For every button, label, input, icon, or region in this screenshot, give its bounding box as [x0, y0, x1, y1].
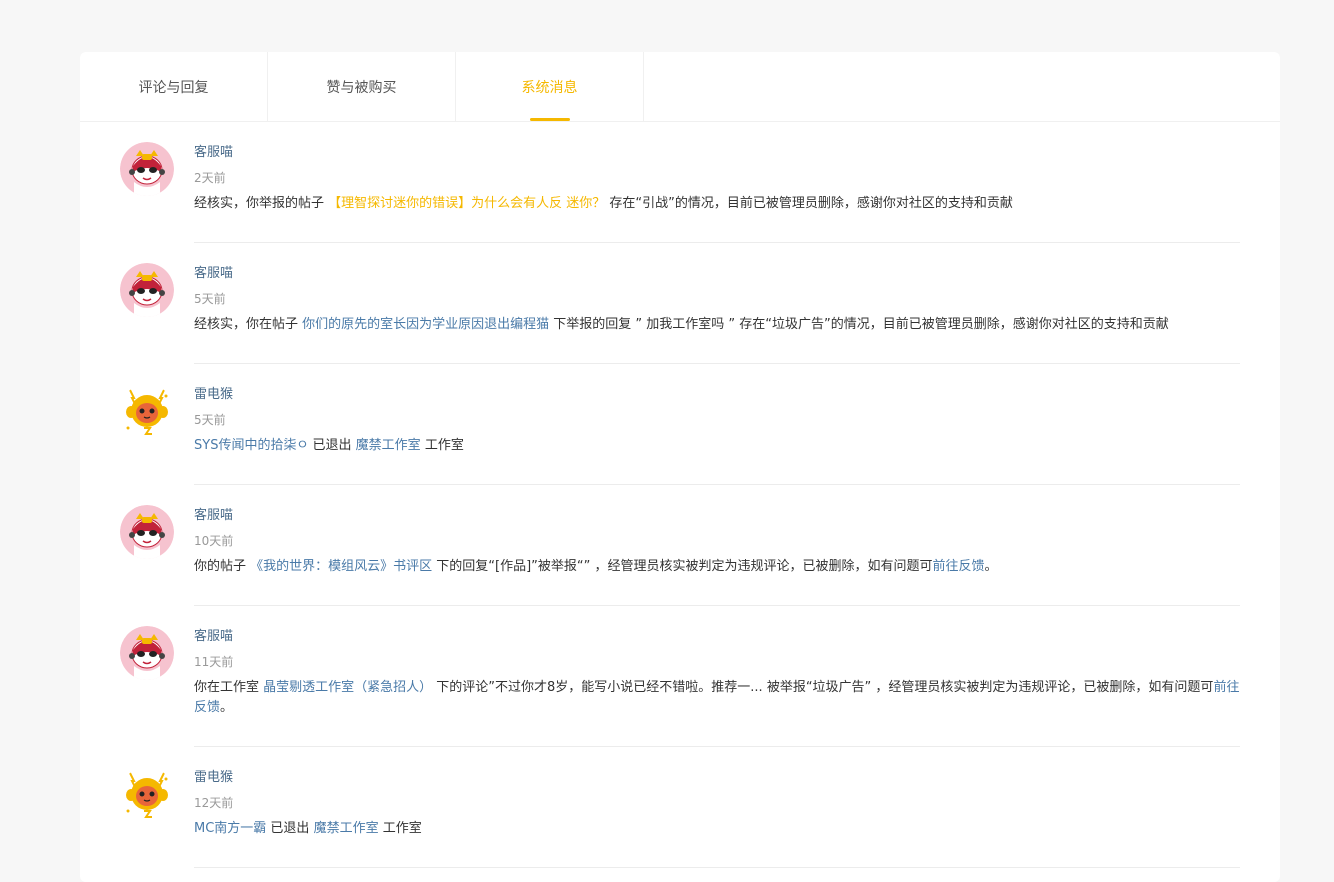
- message-text: MC南方一霸 已退出 魔禁工作室 工作室: [194, 819, 1240, 868]
- tab-label: 赞与被购买: [326, 79, 397, 96]
- sender-name[interactable]: 客服喵: [194, 626, 1240, 648]
- message-time: 5天前: [194, 413, 226, 427]
- sender-name[interactable]: 客服喵: [194, 142, 1240, 164]
- tab-bar: 评论与回复 赞与被购买 系统消息: [80, 52, 1280, 122]
- tab-label: 评论与回复: [138, 79, 209, 96]
- sender-name[interactable]: 雷电猴: [194, 384, 1240, 406]
- message-text-segment: 你在工作室: [194, 680, 264, 695]
- message-text-segment: 经核实，你在帖子: [194, 317, 303, 332]
- message-link[interactable]: 晶莹剔透工作室（紧急招人）: [263, 680, 432, 695]
- message-list: 客服喵 2天前经核实，你举报的帖子 【理智探讨迷你的错误】为什么会有人反 迷你？ …: [80, 122, 1280, 868]
- message-link[interactable]: 魔禁工作室: [314, 821, 379, 836]
- message-text-segment: 存在“引战”的情况，目前已被管理员删除，感谢你对社区的支持和贡献: [605, 196, 1013, 211]
- cat-avatar-icon[interactable]: [120, 142, 174, 196]
- cat-avatar-icon[interactable]: [120, 505, 174, 559]
- message-time: 5天前: [194, 292, 226, 306]
- message-item: 客服喵 2天前经核实，你举报的帖子 【理智探讨迷你的错误】为什么会有人反 迷你？ …: [120, 122, 1240, 243]
- message-link[interactable]: 【理智探讨迷你的错误】为什么会有人反 迷你？: [328, 196, 605, 211]
- message-text-segment: 。: [220, 700, 234, 715]
- message-item: 雷电猴 12天前 MC南方一霸 已退出 魔禁工作室 工作室: [120, 747, 1240, 868]
- sender-name[interactable]: 客服喵: [194, 505, 1240, 527]
- message-link[interactable]: 魔禁工作室: [356, 438, 421, 453]
- message-time: 10天前: [194, 534, 234, 548]
- message-link[interactable]: 前往反馈: [933, 559, 985, 574]
- message-text-segment: 已退出: [266, 821, 314, 836]
- tab-label: 系统消息: [521, 79, 578, 96]
- message-text: 你在工作室 晶莹剔透工作室（紧急招人） 下的评论”不过你才8岁，能写小说已经不错…: [194, 678, 1240, 747]
- message-time: 11天前: [194, 655, 234, 669]
- message-link[interactable]: 《我的世界：模组风云》书评区: [250, 559, 432, 574]
- message-text: 经核实，你在帖子 你们的原先的室长因为学业原因退出编程猫 下举报的回复 ” 加我…: [194, 315, 1240, 364]
- message-item: 客服喵 10天前你的帖子 《我的世界：模组风云》书评区 下的回复“[作品]”被举报…: [120, 485, 1240, 606]
- message-text-segment: 工作室: [420, 438, 464, 453]
- message-text: SYS传闻中的拾柒ㅇ 已退出 魔禁工作室 工作室: [194, 436, 1240, 485]
- sender-name[interactable]: 客服喵: [194, 263, 1240, 285]
- tab-system-messages[interactable]: 系统消息: [456, 52, 644, 121]
- tab-comments-replies[interactable]: 评论与回复: [80, 52, 268, 121]
- message-link[interactable]: MC南方一霸: [194, 821, 266, 836]
- message-text-segment: 已退出: [308, 438, 356, 453]
- message-text-segment: 下的回复“[作品]”被举报“” ，经管理员核实被判定为违规评论，已被删除，如有问…: [432, 559, 933, 574]
- message-text-segment: 你的帖子: [194, 559, 251, 574]
- message-text: 经核实，你举报的帖子 【理智探讨迷你的错误】为什么会有人反 迷你？ 存在“引战”…: [194, 194, 1240, 243]
- thunder-monkey-avatar-icon[interactable]: [120, 767, 174, 821]
- message-center-card: 评论与回复 赞与被购买 系统消息 客服喵 2天前经核实，你举报的帖子 【理智探讨迷…: [80, 52, 1280, 882]
- message-item: 客服喵 11天前你在工作室 晶莹剔透工作室（紧急招人） 下的评论”不过你才8岁，能…: [120, 606, 1240, 747]
- message-time: 2天前: [194, 171, 226, 185]
- message-item: 客服喵 5天前经核实，你在帖子 你们的原先的室长因为学业原因退出编程猫 下举报的回…: [120, 243, 1240, 364]
- cat-avatar-icon[interactable]: [120, 263, 174, 317]
- active-tab-indicator: [529, 118, 570, 121]
- message-text: 你的帖子 《我的世界：模组风云》书评区 下的回复“[作品]”被举报“” ，经管理…: [194, 557, 1240, 606]
- message-text-segment: 经核实，你举报的帖子: [194, 196, 329, 211]
- message-link[interactable]: 你们的原先的室长因为学业原因退出编程猫: [302, 317, 549, 332]
- sender-name[interactable]: 雷电猴: [194, 767, 1240, 789]
- cat-avatar-icon[interactable]: [120, 626, 174, 680]
- message-item: 雷电猴 5天前 SYS传闻中的拾柒ㅇ 已退出 魔禁工作室 工作室: [120, 364, 1240, 485]
- message-link[interactable]: SYS传闻中的拾柒ㅇ: [194, 438, 308, 453]
- message-text-segment: 下的评论”不过你才8岁，能写小说已经不错啦。推荐一... 被举报“垃圾广告” ，…: [432, 680, 1214, 695]
- message-time: 12天前: [194, 796, 234, 810]
- thunder-monkey-avatar-icon[interactable]: [120, 384, 174, 438]
- message-text-segment: 工作室: [378, 821, 422, 836]
- tab-likes-purchases[interactable]: 赞与被购买: [268, 52, 456, 121]
- message-text-segment: 下举报的回复 ” 加我工作室吗 ” 存在“垃圾广告”的情况，目前已被管理员删除，…: [549, 317, 1169, 332]
- message-text-segment: 。: [984, 559, 998, 574]
